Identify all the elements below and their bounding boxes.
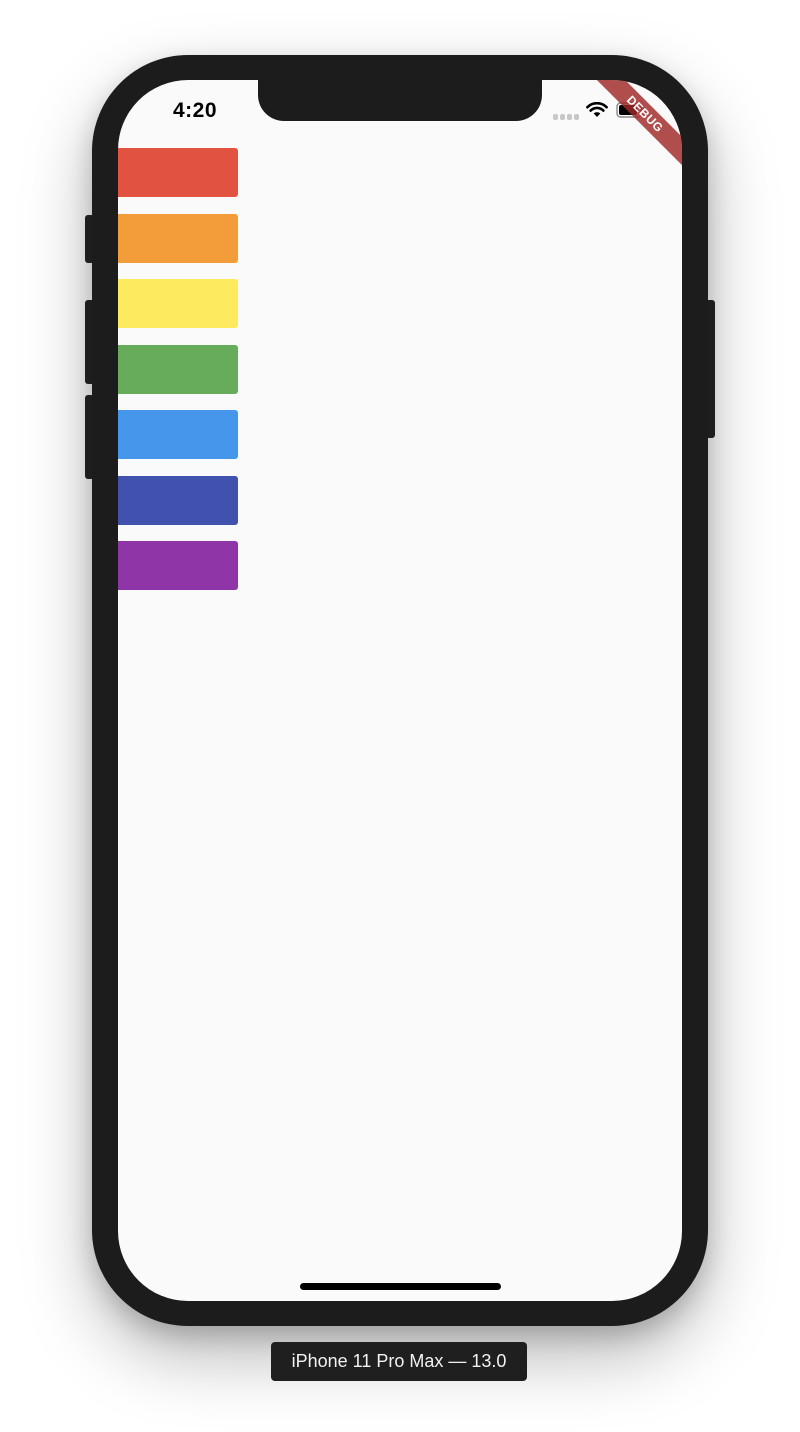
home-indicator[interactable] [300,1283,501,1290]
cellular-signal-icon [553,114,579,120]
color-box-purple[interactable] [118,541,238,590]
status-bar-time: 4:20 [173,99,218,122]
color-box-red[interactable] [118,148,238,197]
device-label: iPhone 11 Pro Max — 13.0 [271,1342,527,1381]
color-box-blue[interactable] [118,410,238,459]
color-box-green[interactable] [118,344,238,394]
color-box-list [118,148,238,607]
color-box-orange[interactable] [118,213,238,263]
color-box-yellow[interactable] [118,279,238,328]
color-box-indigo[interactable] [118,475,238,525]
wifi-icon [586,102,608,117]
device-notch [258,80,542,121]
device-screen: 4:20 DEBUG [118,80,682,1301]
